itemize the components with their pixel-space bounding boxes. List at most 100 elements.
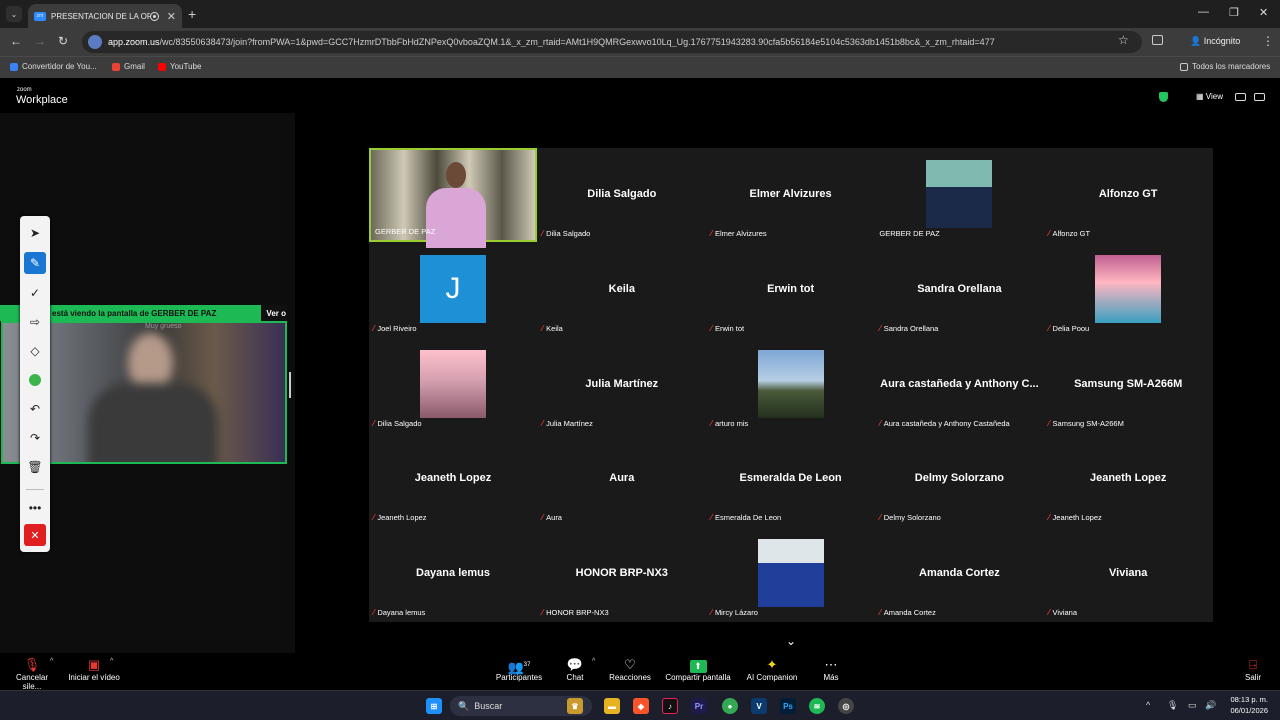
participant-tile[interactable]: GERBER DE PAZ [369, 148, 537, 248]
minimize-button[interactable]: — [1198, 6, 1209, 18]
participant-tile[interactable]: Samsung SM-A266M ⁄ Samsung SM-A266M [1044, 338, 1212, 432]
network-icon[interactable]: ▭ [1188, 700, 1197, 711]
chat-button[interactable]: 💬 Chat [560, 657, 590, 682]
mic-muted-icon: ⁄ [1048, 229, 1050, 238]
participant-tile[interactable]: J ⁄ Joel Riveiro [369, 243, 537, 337]
participants-count: 37 [523, 662, 531, 668]
participant-tile[interactable]: Alfonzo GT ⁄ Alfonzo GT [1044, 148, 1212, 242]
color-picker-icon[interactable] [24, 369, 46, 391]
bookmark-converter[interactable]: Convertidor de You... [10, 62, 97, 71]
participant-tile[interactable]: Jeaneth Lopez ⁄ Jeaneth Lopez [369, 432, 537, 526]
video-options-caret[interactable]: ^ [110, 658, 113, 665]
participant-tile[interactable]: ⁄ Mircy Lázaro [707, 527, 875, 621]
all-bookmarks[interactable]: Todos los marcadores [1180, 62, 1270, 71]
participant-tile[interactable]: Aura castañeda y Anthony C... ⁄ Aura casta… [875, 338, 1043, 432]
microphone-tray-icon[interactable]: 🎙 [1167, 700, 1178, 711]
checkmark-icon[interactable]: ✓ [24, 282, 46, 304]
back-button[interactable]: ← [10, 34, 22, 48]
participant-tile[interactable]: Delmy Solorzano ⁄ Delmy Solorzano [875, 432, 1043, 526]
encryption-shield-icon[interactable] [1159, 92, 1168, 102]
participant-tile[interactable]: Dayana lemus ⁄ Dayana lemus [369, 527, 537, 621]
mic-muted-icon: ⁄ [1048, 513, 1050, 523]
chrome-icon[interactable]: ● [722, 698, 738, 714]
chat-options-caret[interactable]: ^ [592, 658, 595, 665]
leave-button[interactable]: ⍈ Salir [1240, 657, 1266, 682]
ai-companion-button[interactable]: ✦ AI Companion [745, 657, 799, 682]
participant-tile[interactable]: Jeaneth Lopez ⁄ Jeaneth Lopez [1044, 432, 1212, 526]
trash-icon[interactable]: 🗑 [24, 456, 46, 478]
participant-tile[interactable]: ⁄ Dilia Salgado [369, 338, 537, 432]
view-options-button[interactable]: Ver o [261, 305, 287, 321]
file-explorer-icon[interactable]: ▬ [604, 698, 620, 714]
start-video-button[interactable]: ▣ Iniciar el vídeo [66, 657, 122, 682]
windows-start-icon[interactable]: ⊞ [426, 698, 442, 714]
visio-icon[interactable]: V [751, 698, 767, 714]
bookmark-gmail[interactable]: Gmail [112, 62, 145, 71]
participant-tile[interactable]: Esmeralda De Leon ⁄ Esmeralda De Leon [707, 432, 875, 526]
photoshop-icon[interactable]: Ps [780, 698, 796, 714]
participant-tile[interactable]: Dilia Salgado ⁄ Dilia Salgado [538, 148, 706, 242]
maximize-button[interactable]: ❐ [1229, 6, 1239, 19]
chevron-down-icon[interactable]: ⌄ [786, 634, 796, 648]
bookmark-youtube[interactable]: YouTube [158, 62, 201, 71]
forward-button[interactable]: → [34, 34, 46, 48]
participant-name: Aura castañeda y Anthony Castañeda [883, 418, 1010, 428]
new-tab-button[interactable]: + [188, 6, 196, 22]
view-button[interactable]: ▦ View [1196, 92, 1223, 101]
tab-search-button[interactable]: ⌄ [6, 6, 22, 22]
participant-tile[interactable]: Keila ⁄ Keila [538, 243, 706, 337]
participant-tile[interactable]: ⁄ arturo mis [707, 338, 875, 432]
side-panel-icon[interactable] [1152, 35, 1163, 45]
arrow-icon[interactable]: ⇨ [24, 311, 46, 333]
brave-icon[interactable]: ◆ [633, 698, 649, 714]
participant-name: Julia Martínez [546, 418, 593, 428]
panel-resize-handle[interactable] [289, 372, 291, 398]
avatar-photo [926, 160, 993, 228]
volume-icon[interactable]: 🔊 [1205, 700, 1216, 711]
reactions-button[interactable]: ♡ Reacciones [607, 657, 653, 682]
more-button[interactable]: ⋯ Más [818, 657, 844, 682]
fullscreen-icon[interactable] [1254, 93, 1265, 101]
eraser-icon[interactable]: ◇ [24, 340, 46, 362]
participants-button[interactable]: 👥37 Participantes [493, 657, 545, 682]
crown-widget-icon[interactable]: ♛ [567, 698, 583, 714]
spotify-icon[interactable]: ≋ [809, 698, 825, 714]
redo-icon[interactable]: ↷ [24, 427, 46, 449]
more-tools-icon[interactable]: ••• [24, 497, 46, 519]
address-bar[interactable]: app.zoom.us/wc/83550638473/join?fromPWA=… [82, 31, 1142, 53]
share-screen-button[interactable]: ⬆ Compartir pantalla [663, 657, 733, 682]
select-cursor-icon[interactable]: ➤ [24, 222, 46, 244]
premiere-icon[interactable]: Pr [691, 698, 707, 714]
participant-tile[interactable]: Aura ⁄ Aura [538, 432, 706, 526]
participant-tile[interactable]: HONOR BRP-NX3 ⁄ HONOR BRP-NX3 [538, 527, 706, 621]
pen-icon[interactable]: ✎ [24, 252, 46, 274]
browser-tab[interactable]: zm PRESENTACION DE LA OPO ✕ [28, 4, 182, 28]
close-window-button[interactable]: ✕ [1259, 6, 1268, 19]
browser-menu-icon[interactable]: ⋮ [1262, 34, 1274, 48]
participant-gallery: GERBER DE PAZ Dilia Salgado ⁄ Dilia Salgado… [369, 148, 1213, 622]
tray-chevron-icon[interactable]: ^ [1146, 700, 1150, 710]
audio-options-caret[interactable]: ^ [50, 658, 53, 665]
url-path: /wc/83550638473/join?fromPWA=1&pwd=GCC7H… [159, 37, 995, 47]
undo-icon[interactable]: ↶ [24, 398, 46, 420]
participant-tile[interactable]: GERBER DE PAZ [875, 148, 1043, 242]
app-icon[interactable]: ◎ [838, 698, 854, 714]
zoom-favicon-icon: zm [34, 11, 46, 21]
participant-tile[interactable]: Erwin tot ⁄ Erwin tot [707, 243, 875, 337]
bookmark-star-icon[interactable]: ☆ [1118, 33, 1129, 47]
reload-button[interactable]: ↻ [58, 34, 68, 48]
clock[interactable]: 08:13 p. m. 06/01/2026 [1222, 694, 1268, 716]
participant-tile[interactable]: Sandra Orellana ⁄ Sandra Orellana [875, 243, 1043, 337]
incognito-badge[interactable]: 👤 Incógnito [1190, 36, 1240, 47]
participant-tile[interactable]: Julia Martínez ⁄ Julia Martínez [538, 338, 706, 432]
participant-tile[interactable]: Elmer Alvizures ⁄ Elmer Alvizures [707, 148, 875, 242]
site-info-icon[interactable] [88, 35, 102, 49]
participant-name: Dilia Salgado [377, 418, 422, 428]
close-annotation-icon[interactable]: ✕ [24, 524, 46, 546]
tiktok-icon[interactable]: ♪ [662, 698, 678, 714]
pip-icon[interactable] [1235, 93, 1246, 101]
participant-tile[interactable]: Viviana ⁄ Viviana [1044, 527, 1212, 621]
close-tab-icon[interactable]: ✕ [167, 10, 176, 23]
participant-tile[interactable]: Amanda Cortez ⁄ Amanda Cortez [875, 527, 1043, 621]
participant-tile[interactable]: ⁄ Delia Poou [1044, 243, 1212, 337]
